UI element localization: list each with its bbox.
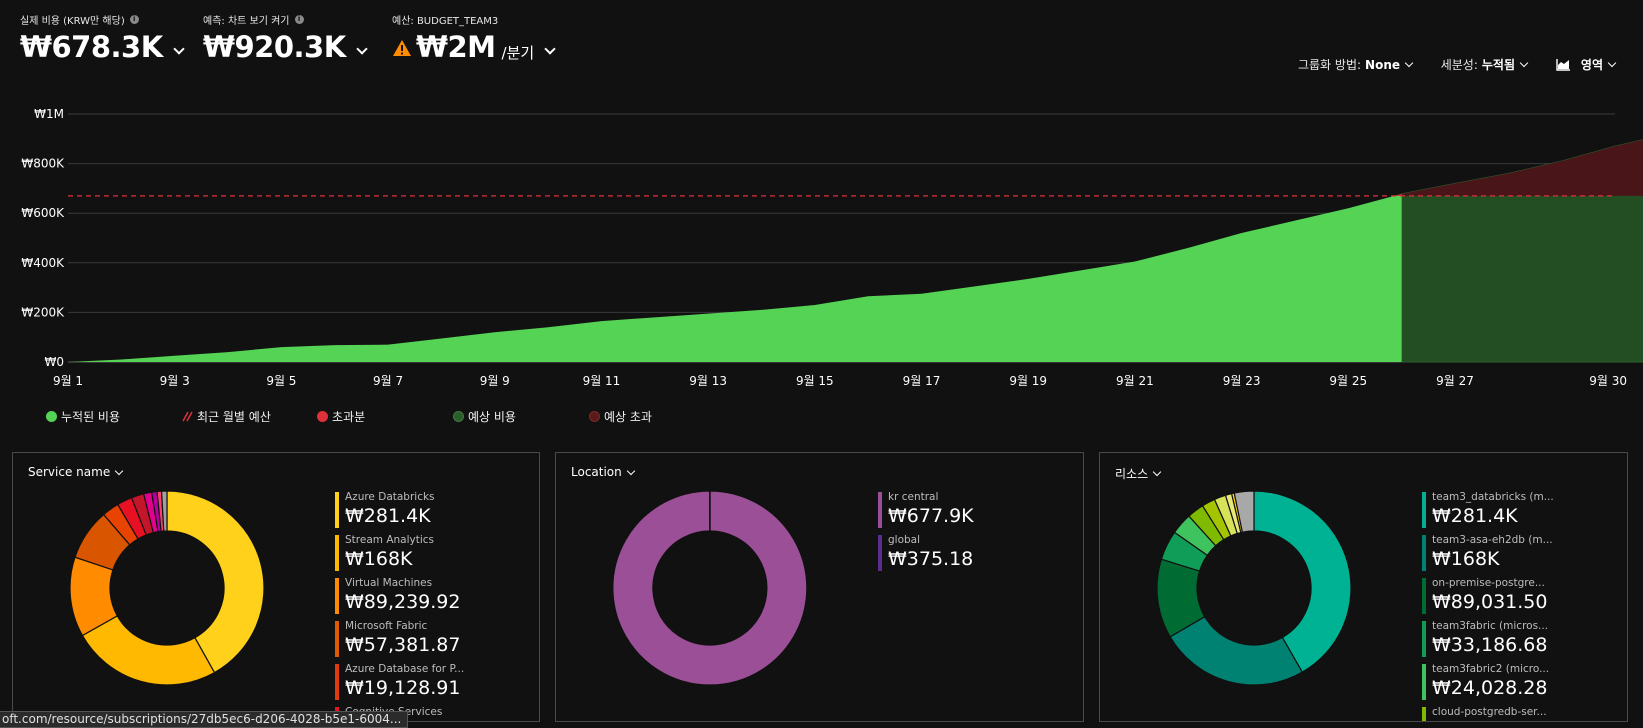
list-item[interactable]: Azure Database for P... ₩19,128.91 xyxy=(335,662,505,705)
chevron-down-icon xyxy=(114,466,124,475)
x-tick-label: 9월 5 xyxy=(266,374,296,388)
granularity-label: 세분성: xyxy=(1440,58,1478,72)
legend-item-forecast-overage[interactable]: 예상 초과 xyxy=(589,408,652,425)
green-dot-icon xyxy=(46,411,57,422)
x-tick-label: 9월 19 xyxy=(1009,374,1047,388)
x-tick-label: 9월 11 xyxy=(583,374,621,388)
panel-title: Location xyxy=(571,465,622,479)
actual-cost-value: ₩678.3K xyxy=(20,30,163,64)
y-tick-label: ₩1M xyxy=(34,107,64,121)
x-tick-label: 9월 30 xyxy=(1589,374,1627,388)
x-tick-label: 9월 7 xyxy=(373,374,403,388)
x-tick-label: 9월 25 xyxy=(1329,374,1367,388)
chevron-down-icon[interactable] xyxy=(173,43,185,55)
chevron-down-icon xyxy=(1152,467,1162,477)
list-item[interactable]: team3_databricks (m... ₩281.4K xyxy=(1422,490,1592,533)
location-dropdown[interactable]: Location xyxy=(571,465,636,479)
list-item[interactable]: Microsoft Fabric ₩57,381.87 xyxy=(335,619,505,662)
hatch-line-icon xyxy=(182,411,193,422)
location-breakdown-list: kr central ₩677.9K global ₩375.18 xyxy=(878,490,1048,576)
budget-value: ₩2M xyxy=(416,30,496,64)
cost-area-chart: ₩0 ₩200K ₩400K ₩600K ₩800K ₩1M 9월 1 9월 3 9월 5 9월 … xyxy=(0,95,1643,395)
service-breakdown-list: Azure Databricks ₩281.4K Stream Analytics… xyxy=(335,490,505,721)
y-tick-label: ₩200K xyxy=(21,305,65,319)
chevron-down-icon xyxy=(626,466,636,475)
forecast-cost-metric[interactable]: 예측: 차트 보기 켜기 i ₩920.3K xyxy=(203,12,368,64)
resource-donut-chart[interactable] xyxy=(1156,490,1352,686)
budget-metric[interactable]: 예산: BUDGET_TEAM3 ₩2M /분기 xyxy=(392,12,556,64)
dark-red-dot-icon xyxy=(589,411,600,422)
chevron-down-icon xyxy=(1607,58,1617,68)
service-name-panel: Service name Azure Databricks ₩281.4K Str… xyxy=(12,452,540,722)
x-tick-label: 9월 23 xyxy=(1223,374,1261,388)
y-tick-label: ₩800K xyxy=(21,157,65,171)
granularity-dropdown[interactable]: 세분성: 누적됨 xyxy=(1440,56,1529,73)
list-item[interactable]: global ₩375.18 xyxy=(878,533,1048,576)
accumulated-cost-area xyxy=(68,193,1402,362)
cost-chart-svg[interactable]: ₩0 ₩200K ₩400K ₩600K ₩800K ₩1M 9월 1 9월 3 9월 5 9월 … xyxy=(0,95,1643,395)
group-by-value: None xyxy=(1365,57,1400,72)
resource-panel: 리소스 team3_databricks (m... ₩281.4K team3-… xyxy=(1099,452,1628,722)
y-tick-label: ₩0 xyxy=(45,355,65,369)
x-tick-label: 9월 15 xyxy=(796,374,834,388)
info-icon[interactable]: i xyxy=(294,14,304,24)
budget-period: /분기 xyxy=(501,44,535,62)
service-name-dropdown[interactable]: Service name xyxy=(28,465,124,479)
dark-green-dot-icon xyxy=(453,411,464,422)
legend-item-overage[interactable]: 초과분 xyxy=(317,408,365,425)
y-tick-label: ₩600K xyxy=(21,206,65,220)
x-tick-label: 9월 21 xyxy=(1116,374,1154,388)
x-tick-label: 9월 17 xyxy=(903,374,941,388)
budget-label: 예산: BUDGET_TEAM3 xyxy=(392,15,499,27)
info-icon[interactable]: i xyxy=(129,14,139,24)
resource-breakdown-list: team3_databricks (m... ₩281.4K team3-asa-… xyxy=(1422,490,1592,721)
x-tick-label: 9월 13 xyxy=(689,374,727,388)
x-tick-label: 9월 9 xyxy=(480,374,510,388)
donut-slice xyxy=(81,615,216,686)
area-chart-icon xyxy=(1556,59,1570,71)
donut-slice xyxy=(1169,615,1304,686)
list-item[interactable]: team3fabric (micros... ₩33,186.68 xyxy=(1422,619,1592,662)
x-tick-label: 9월 27 xyxy=(1436,374,1474,388)
list-item[interactable]: cloud-postgredb-ser... xyxy=(1422,705,1592,721)
service-donut-chart[interactable] xyxy=(69,490,265,686)
warning-icon xyxy=(393,40,411,56)
forecast-cost-label: 예측: 차트 보기 켜기 xyxy=(203,15,290,27)
actual-cost-metric[interactable]: 실제 비용 (KRW만 해당) i ₩678.3K xyxy=(20,12,185,64)
granularity-value: 누적됨 xyxy=(1481,58,1515,72)
group-by-dropdown[interactable]: 그룹화 방법: None xyxy=(1297,56,1414,73)
location-donut-chart[interactable] xyxy=(612,490,808,686)
group-by-label: 그룹화 방법: xyxy=(1297,58,1362,72)
forecast-cost-value: ₩920.3K xyxy=(203,30,346,64)
list-item[interactable]: Azure Databricks ₩281.4K xyxy=(335,490,505,533)
list-item[interactable]: Stream Analytics ₩168K xyxy=(335,533,505,576)
y-tick-label: ₩400K xyxy=(21,256,65,270)
link-status-bar: oft.com/resource/subscriptions/27db5ec6-… xyxy=(0,711,409,728)
list-item[interactable]: Virtual Machines ₩89,239.92 xyxy=(335,576,505,619)
chart-type-value: 영역 xyxy=(1580,58,1603,72)
list-item[interactable]: kr central ₩677.9K xyxy=(878,490,1048,533)
chevron-down-icon xyxy=(1519,58,1529,68)
location-panel: Location kr central ₩677.9K global ₩375.18 xyxy=(555,452,1084,722)
chevron-down-icon[interactable] xyxy=(356,43,368,55)
list-item[interactable]: team3-asa-eh2db (m... ₩168K xyxy=(1422,533,1592,576)
x-tick-label: 9월 1 xyxy=(53,374,83,388)
chevron-down-icon xyxy=(1404,58,1414,68)
chevron-down-icon[interactable] xyxy=(544,43,556,55)
legend-item-budget[interactable]: 최근 월별 예산 xyxy=(182,408,271,425)
cost-summary-header: 실제 비용 (KRW만 해당) i ₩678.3K 예측: 차트 보기 켜기 i… xyxy=(0,12,1643,82)
x-tick-label: 9월 3 xyxy=(160,374,190,388)
panel-title: Service name xyxy=(28,465,111,479)
list-item[interactable]: on-premise-postgre... ₩89,031.50 xyxy=(1422,576,1592,619)
list-item[interactable]: team3fabric2 (micro... ₩24,028.28 xyxy=(1422,662,1592,705)
legend-item-forecast-cost[interactable]: 예상 비용 xyxy=(453,408,516,425)
chart-type-dropdown[interactable]: 영역 xyxy=(1556,56,1617,73)
resource-dropdown[interactable]: 리소스 xyxy=(1115,465,1162,482)
red-dot-icon xyxy=(317,411,328,422)
panel-title: 리소스 xyxy=(1115,467,1149,481)
actual-cost-label: 실제 비용 (KRW만 해당) xyxy=(20,15,125,27)
legend-item-accumulated-cost[interactable]: 누적된 비용 xyxy=(46,408,120,425)
